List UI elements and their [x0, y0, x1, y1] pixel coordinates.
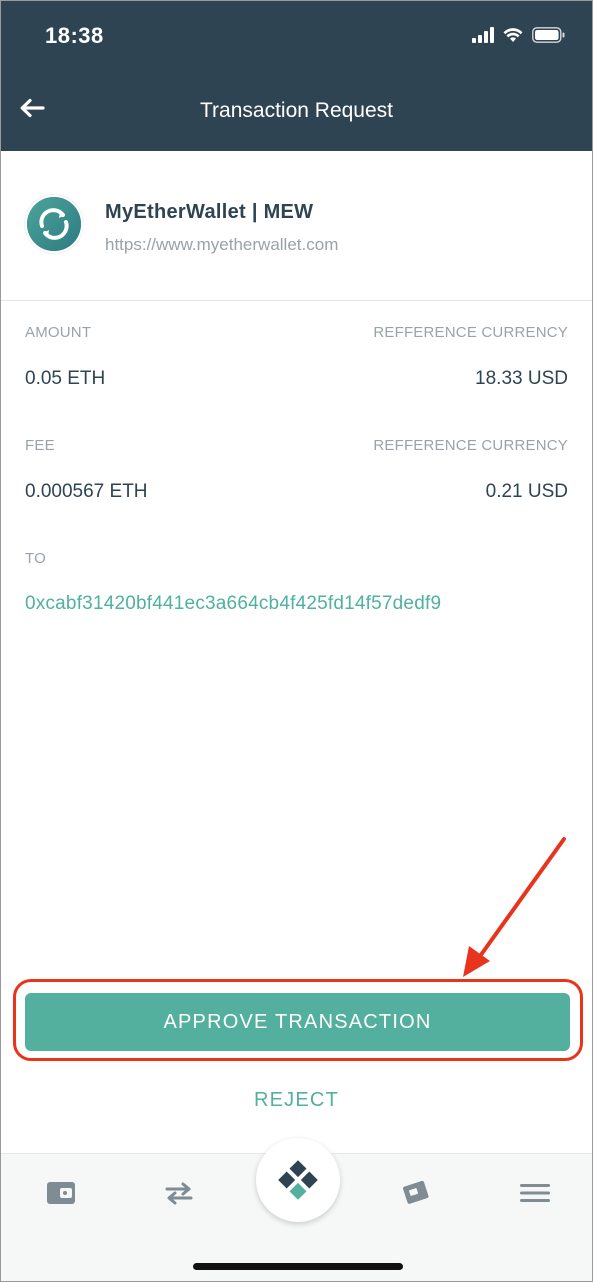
reject-button[interactable]: REJECT: [1, 1089, 592, 1112]
app-logo-icon: [278, 1160, 318, 1200]
nav-menu[interactable]: [515, 1178, 555, 1208]
nav-home[interactable]: [256, 1138, 340, 1222]
nav-wallet[interactable]: [41, 1178, 81, 1208]
approve-transaction-button[interactable]: APPROVE TRANSACTION: [25, 993, 570, 1051]
menu-icon: [520, 1184, 550, 1202]
home-indicator: [193, 1263, 403, 1270]
nav-exchange[interactable]: [159, 1178, 199, 1208]
cards-icon: [403, 1180, 429, 1204]
transaction-request-screen: 18:38 Transaction Request MyEtherWallet …: [0, 0, 593, 1282]
wallet-icon: [47, 1182, 75, 1204]
nav-cards[interactable]: [397, 1178, 437, 1208]
exchange-arrows-icon: [165, 1182, 193, 1205]
